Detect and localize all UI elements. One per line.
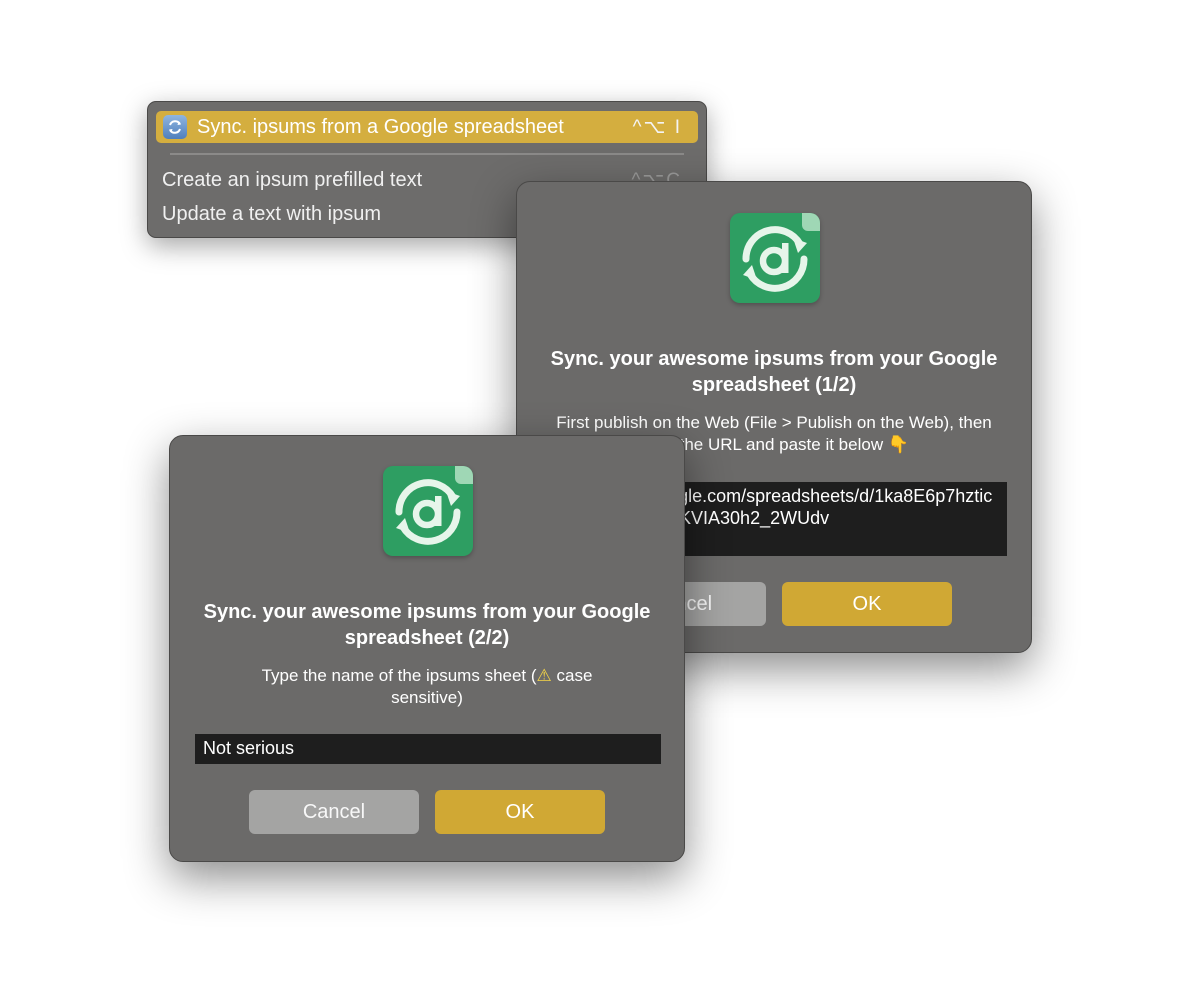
cancel-button[interactable]: Cancel — [249, 790, 419, 834]
dialog-instructions-text: Type the name of the ipsums sheet ( — [261, 666, 537, 685]
dialog-instructions: Type the name of the ipsums sheet (⚠ cas… — [250, 665, 604, 709]
warning-icon: ⚠ — [536, 666, 552, 686]
app-icon — [730, 213, 820, 303]
ok-button[interactable]: OK — [435, 790, 605, 834]
dialog-title: Sync. your awesome ipsums from your Goog… — [550, 348, 998, 396]
pointing-down-icon: 👇 — [887, 435, 910, 455]
dialog-title: Sync. your awesome ipsums from your Goog… — [203, 601, 651, 649]
menu-separator — [170, 153, 684, 155]
app-icon — [383, 466, 473, 556]
sync-icon — [163, 115, 187, 139]
menu-item-label: Sync. ipsums from a Google spreadsheet — [197, 115, 564, 138]
sync-dialog-step-2: Sync. your awesome ipsums from your Goog… — [169, 435, 685, 862]
sheet-name-input[interactable]: Not serious — [195, 734, 661, 764]
sheet-name-input-value: Not serious — [203, 738, 295, 758]
ok-button[interactable]: OK — [782, 582, 952, 626]
menu-item-sync-ipsums[interactable]: Sync. ipsums from a Google spreadsheet ^… — [156, 111, 698, 143]
menu-item-shortcut: ^⌥ I — [632, 116, 682, 138]
